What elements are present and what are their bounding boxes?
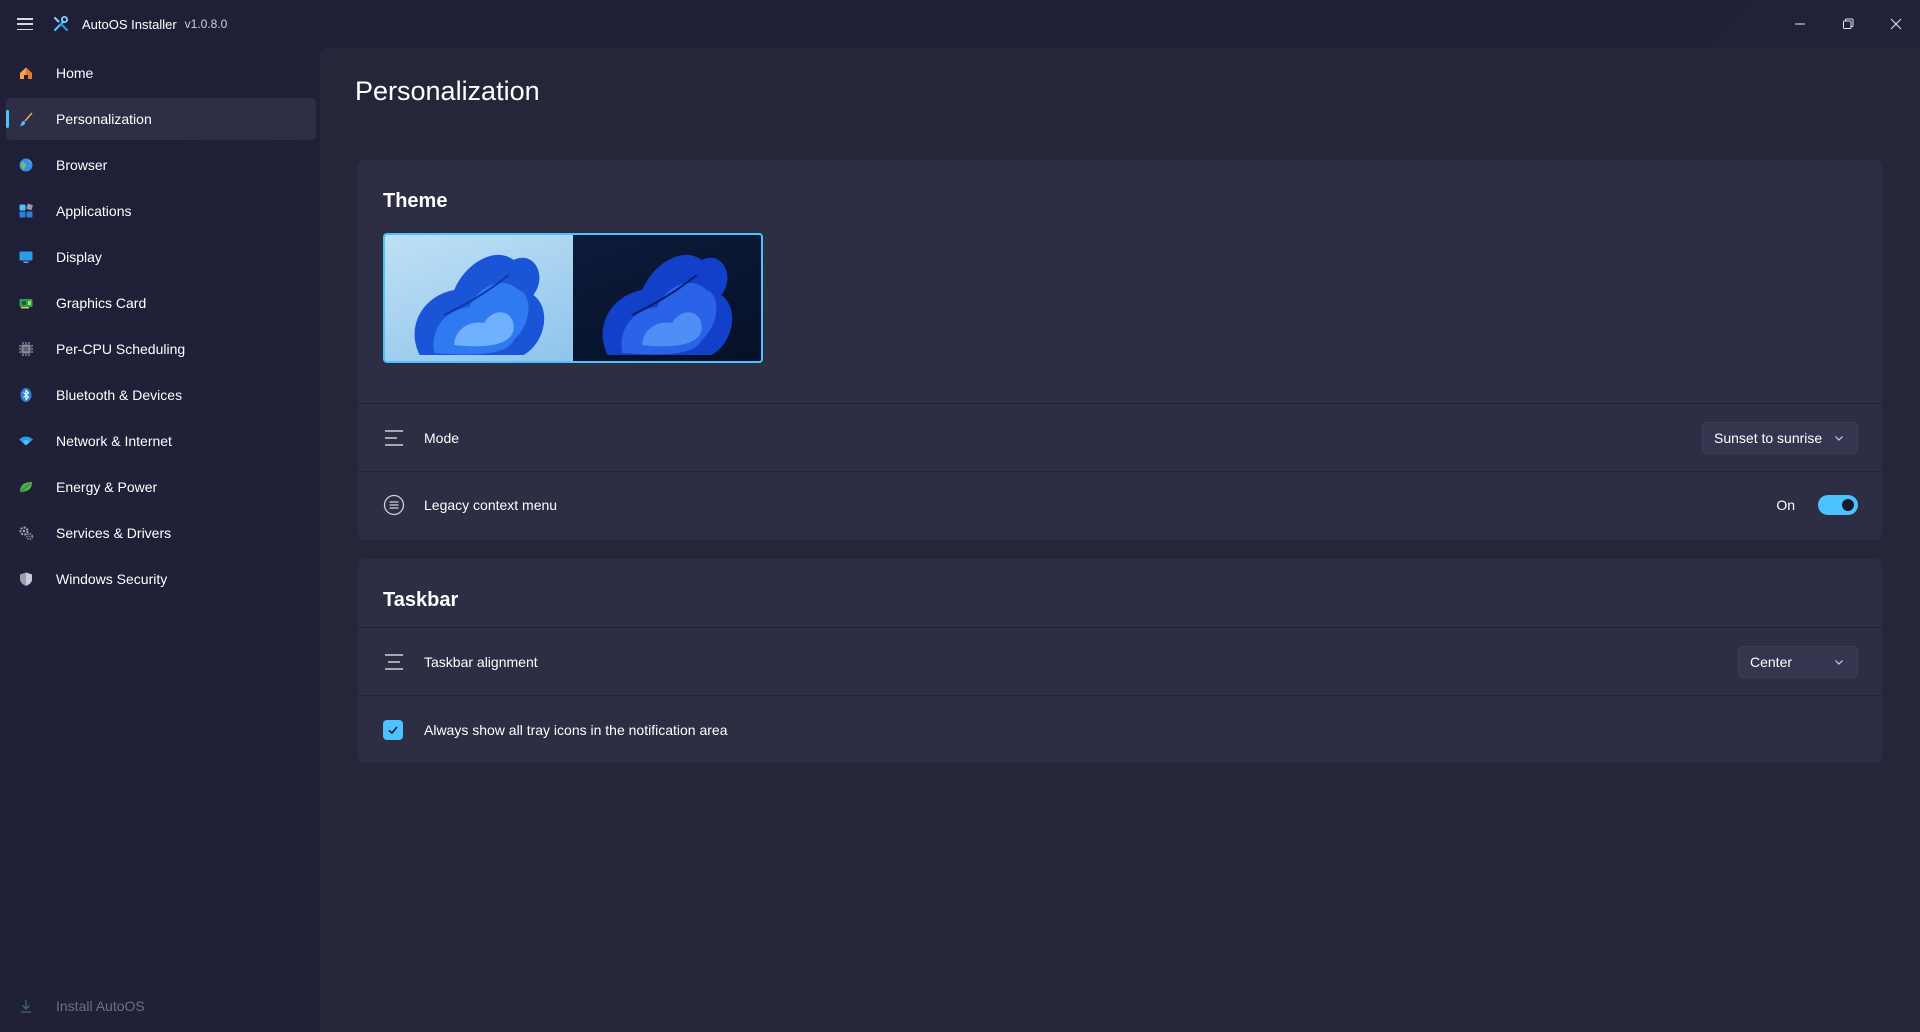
sidebar-item-graphics-card[interactable]: Graphics Card (6, 282, 316, 324)
wifi-icon (17, 432, 35, 450)
battery-icon (17, 478, 35, 496)
install-autoos-button[interactable]: Install AutoOS (6, 988, 316, 1024)
gpu-icon (17, 294, 35, 312)
sidebar-item-applications[interactable]: Applications (6, 190, 316, 232)
mode-dropdown[interactable]: Sunset to sunrise (1702, 421, 1858, 454)
chevron-down-icon (1835, 435, 1843, 441)
checkmark-icon (388, 725, 398, 734)
sidebar-item-label: Network & Internet (56, 433, 172, 449)
sidebar-item-label: Graphics Card (56, 295, 147, 311)
bluetooth-icon (17, 386, 35, 404)
main-content: Personalization Theme Mode Sunset to sun… (320, 48, 1920, 1032)
install-autoos-label: Install AutoOS (56, 998, 145, 1014)
restore-icon (1843, 18, 1854, 29)
legacy-context-menu-label: Legacy context menu (424, 496, 558, 513)
paintbrush-icon (17, 110, 35, 128)
sidebar-item-energy-power[interactable]: Energy & Power (6, 466, 316, 508)
align-left-icon (383, 427, 405, 449)
tray-icons-checkbox[interactable] (383, 719, 403, 740)
taskbar-card: Taskbar Taskbar alignment Center Always … (358, 559, 1882, 763)
theme-card-title: Theme (383, 190, 448, 212)
download-icon (17, 997, 35, 1015)
taskbar-card-title: Taskbar (383, 589, 459, 611)
sidebar-item-display[interactable]: Display (6, 236, 316, 278)
sidebar-item-services-drivers[interactable]: Services & Drivers (6, 512, 316, 554)
sidebar-item-label: Display (56, 249, 102, 265)
title-bar: AutoOS Installer v1.0.8.0 (0, 0, 1920, 48)
toggle-state-label: On (1776, 496, 1795, 513)
window-controls (1776, 0, 1920, 48)
globe-icon (17, 156, 35, 174)
app-logo-icon (53, 16, 69, 32)
sidebar-item-bluetooth-devices[interactable]: Bluetooth & Devices (6, 374, 316, 416)
sidebar-item-network-internet[interactable]: Network & Internet (6, 420, 316, 462)
taskbar-alignment-label: Taskbar alignment (424, 653, 538, 670)
cpu-icon (17, 340, 35, 358)
monitor-icon (17, 248, 35, 266)
sidebar-item-label: Home (56, 65, 94, 81)
bloom-wallpaper-light-icon (414, 254, 545, 355)
chevron-down-icon (1835, 659, 1843, 665)
sidebar-nav-list: Home Personalization Browser Application… (0, 48, 320, 600)
app-version: v1.0.8.0 (184, 17, 228, 31)
app-window: AutoOS Installer v1.0.8.0 Home Personali… (0, 0, 1920, 1032)
tray-icons-row: Always show all tray icons in the notifi… (358, 695, 1882, 763)
legacy-context-menu-toggle[interactable] (1818, 494, 1858, 515)
sidebar: Home Personalization Browser Application… (0, 48, 320, 1032)
sidebar-item-personalization[interactable]: Personalization (6, 98, 316, 140)
sidebar-item-per-cpu-scheduling[interactable]: Per-CPU Scheduling (6, 328, 316, 370)
sidebar-item-label: Applications (56, 203, 132, 219)
sidebar-item-label: Bluetooth & Devices (56, 387, 183, 403)
taskbar-alignment-row: Taskbar alignment Center (358, 627, 1882, 695)
minimize-icon (1795, 23, 1805, 25)
home-icon (17, 64, 35, 82)
tray-icons-label: Always show all tray icons in the notifi… (424, 721, 728, 738)
sidebar-item-label: Windows Security (56, 571, 168, 587)
mode-row: Mode Sunset to sunrise (358, 403, 1882, 471)
restore-button[interactable] (1824, 0, 1872, 48)
sidebar-item-label: Services & Drivers (56, 525, 172, 541)
menu-toggle-icon[interactable] (14, 16, 36, 32)
theme-preview-picker[interactable] (383, 233, 763, 363)
minimize-button[interactable] (1776, 0, 1824, 48)
sidebar-item-label: Per-CPU Scheduling (56, 341, 186, 357)
dark-theme-preview[interactable] (573, 235, 761, 361)
sidebar-item-home[interactable]: Home (6, 52, 316, 94)
sidebar-item-label: Browser (56, 157, 108, 173)
sidebar-item-browser[interactable]: Browser (6, 144, 316, 186)
bloom-wallpaper-dark-icon (602, 254, 733, 355)
taskbar-alignment-value: Center (1750, 653, 1793, 670)
mode-dropdown-value: Sunset to sunrise (1714, 429, 1823, 446)
align-center-icon (383, 651, 405, 673)
close-icon (1890, 18, 1902, 30)
gears-icon (17, 524, 35, 542)
mode-label: Mode (424, 429, 460, 446)
context-menu-icon (383, 494, 405, 516)
taskbar-alignment-dropdown[interactable]: Center (1738, 645, 1858, 678)
legacy-context-menu-row: Legacy context menu On (358, 471, 1882, 537)
close-button[interactable] (1872, 0, 1920, 48)
sidebar-item-label: Energy & Power (56, 479, 158, 495)
shield-icon (17, 570, 35, 588)
sidebar-item-label: Personalization (56, 111, 152, 127)
sidebar-item-windows-security[interactable]: Windows Security (6, 558, 316, 600)
apps-icon (17, 202, 35, 220)
light-theme-preview[interactable] (385, 235, 573, 361)
theme-card: Theme Mode Sunset to sunrise Legacy cont… (358, 160, 1882, 540)
page-title: Personalization (355, 76, 540, 106)
app-title: AutoOS Installer (82, 16, 177, 32)
